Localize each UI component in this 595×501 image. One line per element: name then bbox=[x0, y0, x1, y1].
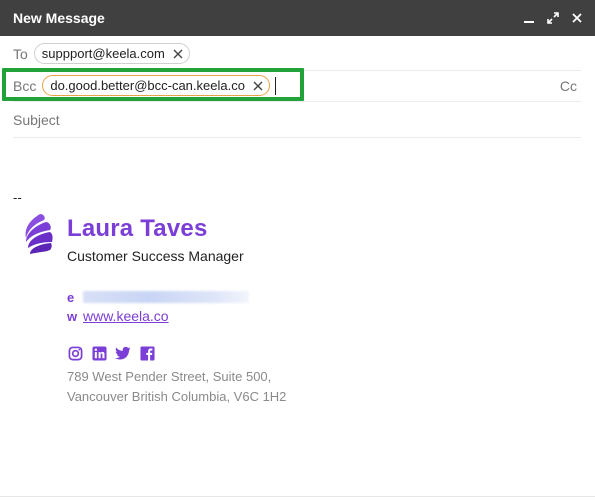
web-label: w bbox=[67, 309, 78, 324]
website-link[interactable]: www.keela.co bbox=[83, 308, 169, 324]
message-body[interactable]: -- Laura Taves Customer Success Manager … bbox=[13, 140, 581, 490]
address-line-1: 789 West Pender Street, Suite 500, bbox=[67, 369, 272, 384]
bcc-recipient-email: do.good.better@bcc-can.keela.co bbox=[50, 78, 245, 93]
instagram-link[interactable] bbox=[67, 345, 83, 361]
signature-role: Customer Success Manager bbox=[67, 248, 244, 264]
window-controls bbox=[521, 0, 585, 36]
bcc-recipient-chip[interactable]: do.good.better@bcc-can.keela.co bbox=[42, 75, 270, 96]
twitter-link[interactable] bbox=[115, 345, 131, 361]
compose-bottom-divider bbox=[0, 496, 595, 497]
bcc-label: Bcc bbox=[13, 77, 37, 94]
compose-title: New Message bbox=[13, 10, 105, 26]
subject-row[interactable]: Subject bbox=[13, 102, 581, 138]
redacted-email bbox=[83, 291, 249, 303]
remove-recipient-button[interactable] bbox=[171, 47, 185, 61]
compose-titlebar: New Message bbox=[0, 0, 595, 36]
expand-button[interactable] bbox=[545, 10, 561, 26]
recipient-chip[interactable]: suppport@keela.com bbox=[33, 43, 190, 64]
social-links bbox=[67, 345, 155, 361]
keela-logo-icon bbox=[25, 214, 53, 254]
text-caret bbox=[274, 76, 276, 95]
instagram-icon bbox=[68, 346, 82, 360]
minimize-icon bbox=[524, 21, 534, 23]
close-icon bbox=[173, 49, 183, 58]
linkedin-link[interactable] bbox=[91, 345, 107, 361]
twitter-icon bbox=[115, 346, 131, 359]
address-line-2: Vancouver British Columbia, V6C 1H2 bbox=[67, 389, 287, 404]
expand-icon bbox=[547, 12, 559, 24]
remove-bcc-recipient-button[interactable] bbox=[251, 79, 265, 93]
to-row[interactable]: To suppport@keela.com bbox=[13, 37, 581, 71]
linkedin-icon bbox=[91, 345, 107, 361]
facebook-link[interactable] bbox=[139, 345, 155, 361]
subject-input[interactable]: Subject bbox=[13, 112, 60, 128]
facebook-icon bbox=[139, 345, 155, 361]
email-label: e bbox=[67, 290, 75, 305]
close-icon bbox=[572, 13, 582, 23]
add-cc-button[interactable]: Cc bbox=[560, 78, 577, 94]
recipient-email: suppport@keela.com bbox=[41, 46, 165, 61]
minimize-button[interactable] bbox=[521, 10, 537, 26]
signature-name: Laura Taves bbox=[67, 215, 208, 242]
bcc-row[interactable]: Bcc do.good.better@bcc-can.keela.co Cc bbox=[13, 70, 581, 102]
close-icon bbox=[253, 81, 263, 90]
to-label: To bbox=[13, 45, 28, 62]
close-button[interactable] bbox=[569, 10, 585, 26]
signature-separator: -- bbox=[13, 190, 22, 205]
